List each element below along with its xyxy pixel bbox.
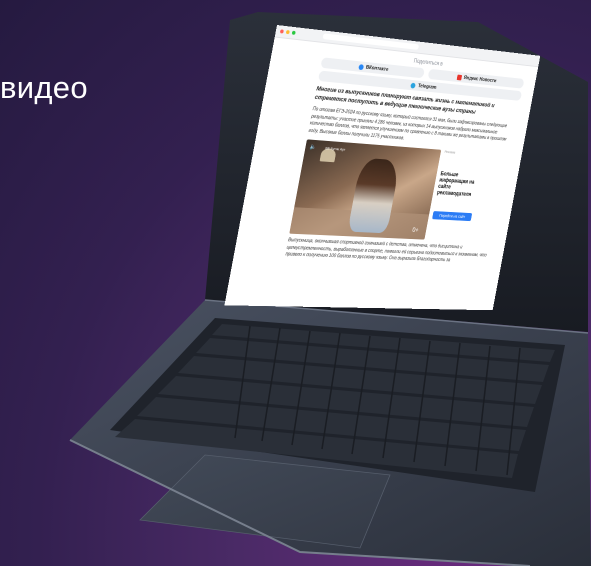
laptop-screen: Поделиться в ВКонтакте Яндекс Новости Te… bbox=[224, 25, 585, 315]
ad-block: 🔈 ВВ Бутик Арт 0+ Реклама Больше информа… bbox=[289, 139, 510, 242]
share-telegram-label: Telegram bbox=[417, 82, 437, 91]
video-player[interactable]: 🔈 ВВ Бутик Арт 0+ bbox=[289, 139, 442, 240]
age-rating: 0+ bbox=[411, 227, 420, 234]
ad-cta-button[interactable]: Перейти на сайт bbox=[432, 211, 473, 222]
share-yandex-news-label: Яндекс Новости bbox=[463, 74, 497, 84]
minimize-dot-icon[interactable] bbox=[285, 30, 290, 35]
volume-icon[interactable]: 🔈 bbox=[309, 143, 316, 150]
maximize-dot-icon[interactable] bbox=[291, 30, 296, 35]
browser-window: Поделиться в ВКонтакте Яндекс Новости Te… bbox=[224, 25, 541, 311]
yandex-news-icon bbox=[456, 74, 463, 80]
vk-icon bbox=[358, 63, 365, 70]
close-dot-icon[interactable] bbox=[279, 29, 284, 34]
article-paragraph-2: Выпускница, окончившая спортивной гимназ… bbox=[284, 237, 488, 264]
ad-title: Больше информации на сайте рекламодателя bbox=[436, 171, 475, 198]
ad-small-label: Реклама bbox=[444, 150, 456, 155]
telegram-icon bbox=[410, 82, 417, 89]
share-vk-label: ВКонтакте bbox=[365, 64, 389, 73]
article-page: Поделиться в ВКонтакте Яндекс Новости Te… bbox=[234, 37, 539, 266]
